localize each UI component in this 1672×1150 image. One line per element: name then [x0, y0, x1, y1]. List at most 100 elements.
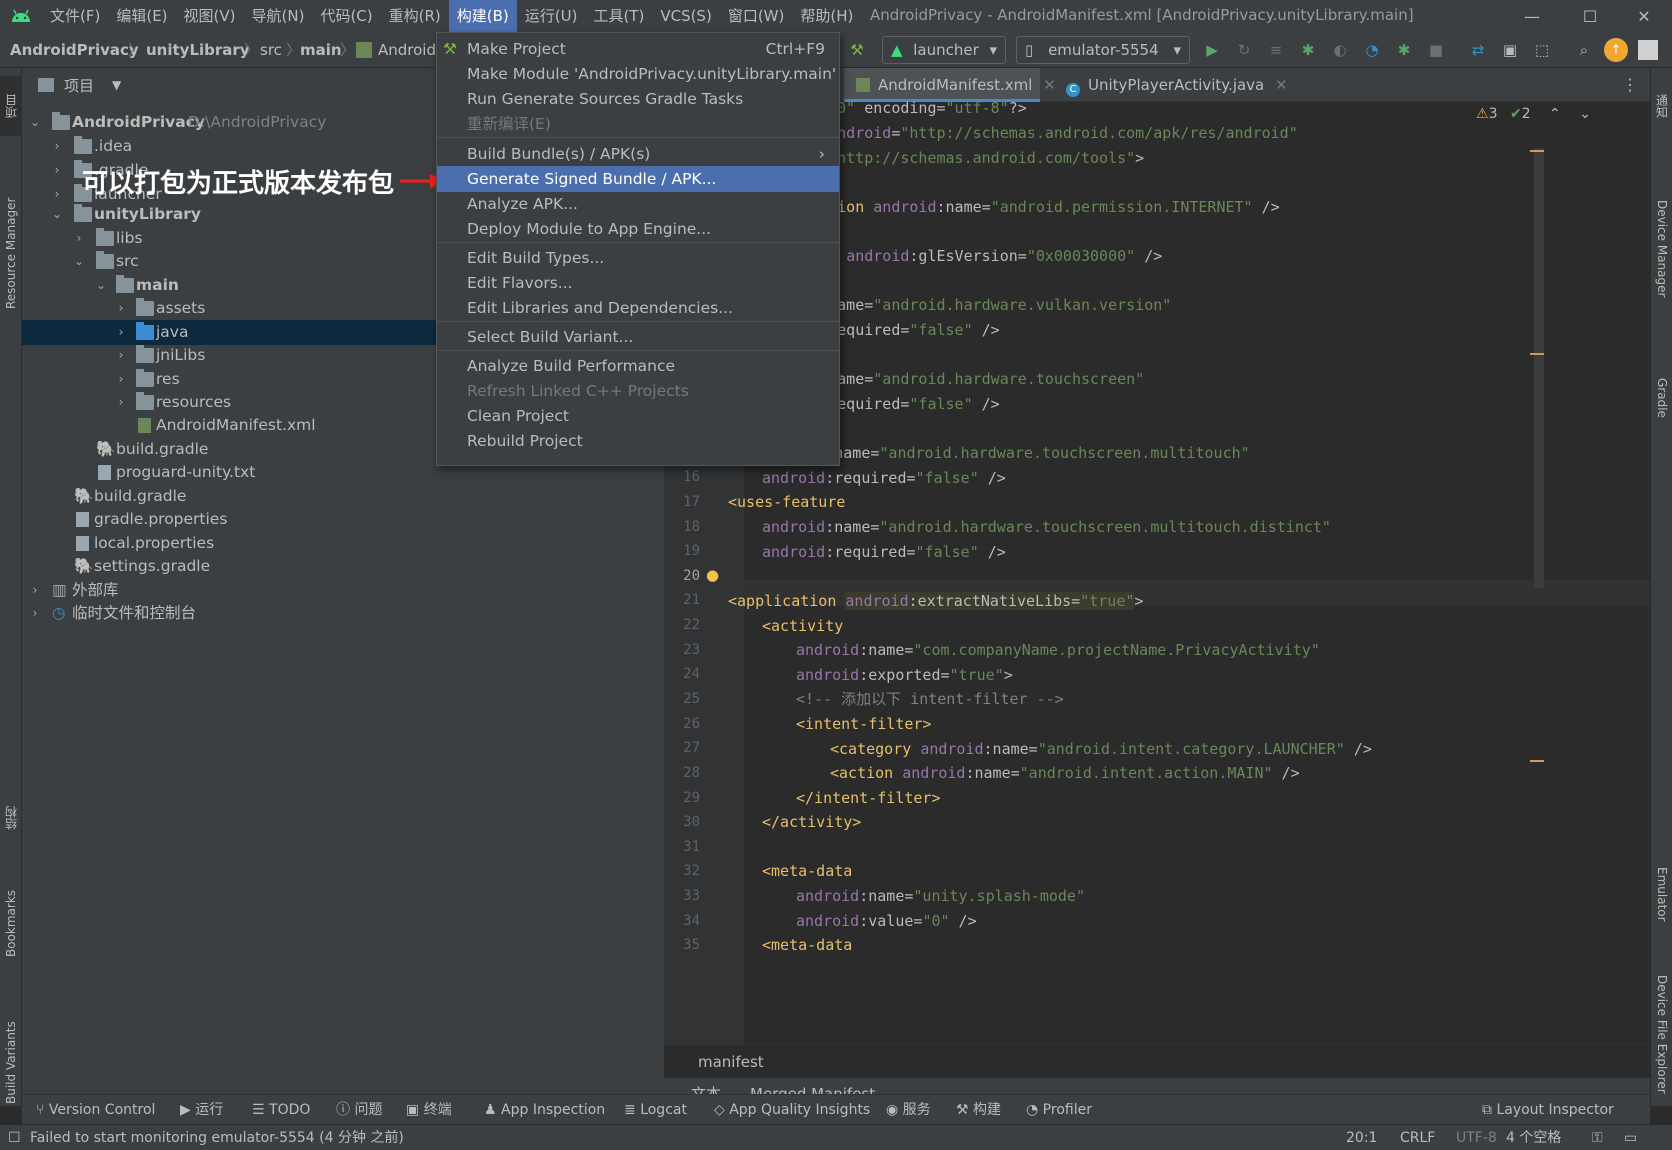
account-icon[interactable]: [1638, 40, 1658, 60]
menu-tools[interactable]: 工具(T): [585, 0, 652, 32]
menu-analyze-build-performance[interactable]: Analyze Build Performance: [437, 353, 839, 379]
stop-icon[interactable]: ■: [1424, 38, 1448, 62]
profiler-icon[interactable]: ◔: [1360, 38, 1384, 62]
tw-build[interactable]: ⚒ 构建: [956, 1095, 1001, 1125]
close-window-button[interactable]: ✕: [1616, 0, 1672, 32]
editor-breadcrumb-manifest[interactable]: manifest: [698, 1045, 764, 1079]
breadcrumb-file[interactable]: Android: [378, 32, 436, 68]
tree-item-scratches[interactable]: › ◷ 临时文件和控制台: [22, 601, 664, 626]
sdk-manager-icon[interactable]: ⬚: [1530, 38, 1554, 62]
tab-bookmarks[interactable]: Bookmarks: [0, 858, 22, 988]
update-icon[interactable]: ↑: [1604, 38, 1628, 62]
tree-item-settings-gradle[interactable]: 🐘 settings.gradle: [22, 554, 664, 579]
menu-edit-build-types[interactable]: Edit Build Types...: [437, 245, 839, 271]
menu-run-generate-sources[interactable]: Run Generate Sources Gradle Tasks: [437, 86, 839, 112]
menu-edit-libraries[interactable]: Edit Libraries and Dependencies...: [437, 295, 839, 321]
menu-edit-flavors[interactable]: Edit Flavors...: [437, 270, 839, 296]
lock-icon[interactable]: ⚿: [1592, 1125, 1603, 1150]
status-message[interactable]: Failed to start monitoring emulator-5554…: [30, 1125, 404, 1150]
tab-build-variants[interactable]: Build Variants: [0, 998, 22, 1128]
coverage-icon[interactable]: ✱: [1392, 38, 1416, 62]
breadcrumb-main[interactable]: main: [300, 32, 342, 68]
menu-window[interactable]: 窗口(W): [720, 0, 793, 32]
editor-scrollbar[interactable]: [1534, 148, 1544, 588]
tab-gradle[interactable]: Gradle: [1651, 358, 1672, 438]
menu-build[interactable]: 构建(B): [448, 0, 517, 32]
indent-setting[interactable]: 4 个空格: [1506, 1125, 1561, 1150]
tab-resource-manager[interactable]: Resource Manager: [0, 148, 22, 358]
menu-build-bundle-apk[interactable]: Build Bundle(s) / APK(s) ›: [437, 141, 839, 167]
chevron-up-icon[interactable]: ⌃: [1549, 106, 1561, 122]
tab-emulator[interactable]: Emulator: [1651, 844, 1672, 944]
menu-make-project[interactable]: ⚒ Make Project Ctrl+F9: [437, 36, 839, 62]
tab-structure[interactable]: 结构: [0, 788, 22, 848]
device-selector[interactable]: ▯ emulator-5554 ▾: [1016, 36, 1190, 64]
tree-item-build-gradle-root[interactable]: 🐘 build.gradle: [22, 484, 664, 509]
menu-analyze-apk[interactable]: Analyze APK...: [437, 191, 839, 217]
more-tabs-icon[interactable]: ⋮: [1622, 68, 1638, 102]
close-tab-icon[interactable]: ✕: [1043, 76, 1056, 94]
breadcrumb-project[interactable]: AndroidPrivacy: [10, 32, 139, 68]
tw-version-control[interactable]: ⑂ Version Control: [36, 1095, 155, 1125]
tw-layout-inspector[interactable]: ⧉ Layout Inspector: [1482, 1095, 1614, 1125]
maximize-button[interactable]: ☐: [1562, 0, 1618, 32]
tw-todo[interactable]: ☰ TODO: [252, 1095, 310, 1125]
apply-changes-icon[interactable]: ≡: [1264, 38, 1288, 62]
menu-code[interactable]: 代码(C): [312, 0, 380, 32]
menu-run[interactable]: 运行(U): [517, 0, 586, 32]
debug-icon[interactable]: ✱: [1296, 38, 1320, 62]
tw-app-inspection[interactable]: ♟ App Inspection: [484, 1095, 605, 1125]
status-toggle-icon[interactable]: ☐: [8, 1125, 21, 1150]
tree-item-gradle-properties[interactable]: gradle.properties: [22, 507, 664, 532]
tw-terminal[interactable]: ▣ 终端: [406, 1095, 452, 1125]
menu-navigate[interactable]: 导航(N): [244, 0, 313, 32]
tw-app-quality-insights[interactable]: ◇ App Quality Insights: [714, 1095, 870, 1125]
tw-logcat[interactable]: ≣ Logcat: [624, 1095, 687, 1125]
menu-refactor[interactable]: 重构(R): [381, 0, 449, 32]
menu-deploy-app-engine[interactable]: Deploy Module to App Engine...: [437, 216, 839, 242]
project-view-label[interactable]: 项目: [64, 75, 94, 96]
tree-item-local-properties[interactable]: local.properties: [22, 531, 664, 556]
lightbulb-icon[interactable]: ●: [706, 566, 719, 584]
breadcrumb-module[interactable]: unityLibrary: [146, 32, 250, 68]
tw-problems[interactable]: ⓘ 问题: [336, 1095, 382, 1125]
tw-run[interactable]: ▶ 运行: [180, 1095, 223, 1125]
menu-edit[interactable]: 编辑(E): [108, 0, 175, 32]
chevron-down-icon[interactable]: ▼: [112, 78, 121, 92]
attach-debugger-icon[interactable]: ◐: [1328, 38, 1352, 62]
minimize-button[interactable]: —: [1504, 0, 1560, 32]
tw-services[interactable]: ◉ 服务: [886, 1095, 931, 1125]
tw-profiler[interactable]: ◔ Profiler: [1026, 1095, 1092, 1125]
menu-select-build-variant[interactable]: Select Build Variant...: [437, 324, 839, 350]
memory-indicator-icon[interactable]: ▭: [1624, 1125, 1637, 1150]
menu-file[interactable]: 文件(F): [42, 0, 108, 32]
warning-marker[interactable]: [1530, 760, 1544, 762]
close-tab-icon[interactable]: ✕: [1275, 76, 1288, 94]
caret-position[interactable]: 20:1: [1346, 1125, 1377, 1150]
menu-view[interactable]: 视图(V): [176, 0, 244, 32]
run-icon[interactable]: ▶: [1200, 38, 1224, 62]
tab-notifications[interactable]: 通知: [1651, 76, 1672, 136]
menu-generate-signed-bundle[interactable]: Generate Signed Bundle / APK...: [437, 166, 839, 192]
menu-clean-project[interactable]: Clean Project: [437, 403, 839, 429]
search-icon[interactable]: ⌕: [1572, 38, 1596, 62]
device-manager-icon[interactable]: ▣: [1498, 38, 1522, 62]
tree-item-external-libraries[interactable]: › ▥ 外部库: [22, 578, 664, 603]
hammer-icon[interactable]: ⚒: [846, 38, 868, 62]
chevron-down-icon[interactable]: ⌄: [1579, 106, 1591, 122]
line-separator[interactable]: CRLF: [1400, 1125, 1435, 1150]
sync-gradle-icon[interactable]: ⇄: [1466, 38, 1490, 62]
menu-vcs[interactable]: VCS(S): [652, 0, 719, 32]
tab-device-file-explorer[interactable]: Device File Explorer: [1651, 954, 1672, 1114]
menu-make-module[interactable]: Make Module 'AndroidPrivacy.unityLibrary…: [437, 61, 839, 87]
warning-marker[interactable]: [1530, 353, 1544, 355]
tab-project[interactable]: 项目: [0, 76, 22, 136]
menu-help[interactable]: 帮助(H): [792, 0, 861, 32]
breadcrumb-src[interactable]: src: [260, 32, 282, 68]
tab-device-manager[interactable]: Device Manager: [1651, 154, 1672, 344]
warning-marker[interactable]: [1530, 150, 1544, 152]
run-config-selector[interactable]: ▲ launcher ▾: [882, 36, 1006, 64]
menu-rebuild-project[interactable]: Rebuild Project: [437, 428, 839, 454]
rerun-icon[interactable]: ↻: [1232, 38, 1256, 62]
file-encoding[interactable]: UTF-8: [1456, 1125, 1497, 1150]
